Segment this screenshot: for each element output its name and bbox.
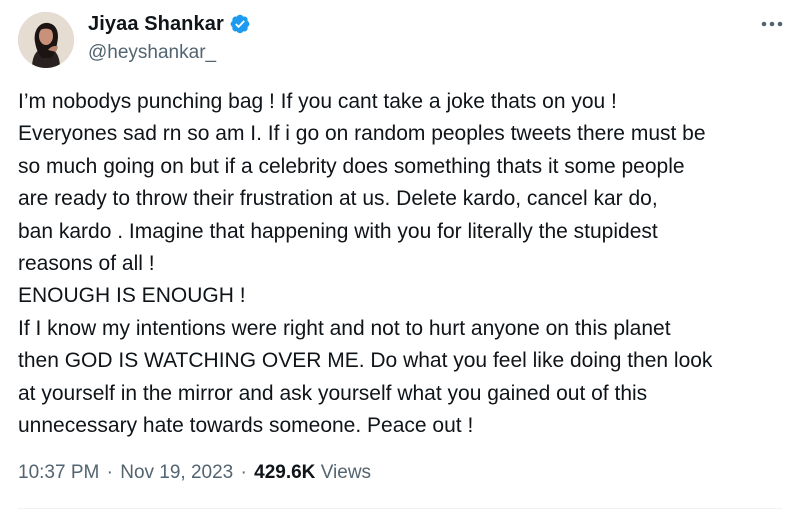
tweet-text-line: reasons of all ! xyxy=(18,252,155,276)
tweet-text: I’m nobodys punching bag ! If you cant t… xyxy=(18,86,788,442)
user-handle[interactable]: @heyshankar_ xyxy=(88,42,251,64)
tweet-text-line: then GOD IS WATCHING OVER ME. Do what yo… xyxy=(18,349,713,373)
tweet-text-line: I’m nobodys punching bag ! If you cant t… xyxy=(18,90,617,113)
tweet-metadata: 10:37 PM · Nov 19, 2023 · 429.6K Views xyxy=(18,462,371,484)
meta-separator: · xyxy=(240,462,247,483)
tweet-text-line: If I know my intentions were right and n… xyxy=(18,316,671,340)
views-count: 429.6K xyxy=(254,462,316,483)
tweet-text-line: so much going on but if a celebrity does… xyxy=(18,154,685,178)
display-name[interactable]: Jiyaa Shankar xyxy=(88,13,224,36)
meta-separator: · xyxy=(106,462,113,483)
tweet-text-line: ENOUGH IS ENOUGH ! xyxy=(18,284,246,308)
user-info: Jiyaa Shankar @heyshankar_ xyxy=(88,12,251,64)
tweet-text-line: are ready to throw their frustration at … xyxy=(18,187,658,211)
tweet-time[interactable]: 10:37 PM xyxy=(18,462,99,483)
tweet-text-line: ban kardo . Imagine that happening with … xyxy=(18,219,658,243)
more-options-icon xyxy=(761,21,783,27)
tweet-text-line: at yourself in the mirror and ask yourse… xyxy=(18,381,648,405)
avatar[interactable] xyxy=(18,12,74,68)
avatar-image xyxy=(18,12,74,68)
tweet-date[interactable]: Nov 19, 2023 xyxy=(120,462,233,483)
verified-badge-icon[interactable] xyxy=(229,13,251,35)
tweet-text-line: Everyones sad rn so am I. If i go on ran… xyxy=(18,122,706,146)
views-label: Views xyxy=(320,462,372,483)
tweet-text-line: unnecessary hate towards someone. Peace … xyxy=(18,414,474,438)
tweet-card: Jiyaa Shankar @heyshankar_ I’m nobodys p… xyxy=(0,0,800,516)
divider xyxy=(18,508,782,509)
name-row: Jiyaa Shankar xyxy=(88,12,251,36)
more-options-button[interactable] xyxy=(758,14,786,34)
